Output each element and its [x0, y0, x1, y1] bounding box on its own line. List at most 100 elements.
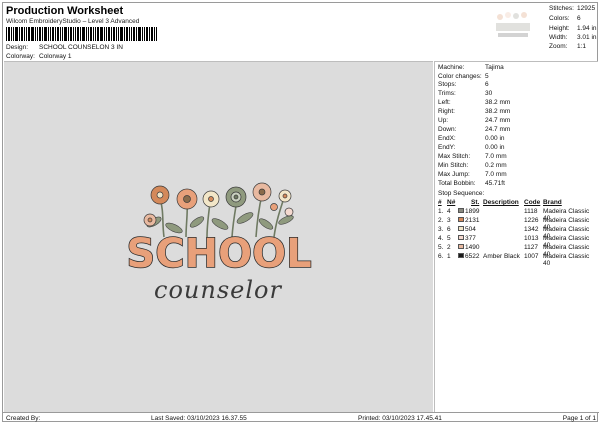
stop-sequence-row[interactable]: 4. 5 377 1013 Madeira Classic 40 [438, 235, 598, 249]
col-num: # [438, 199, 442, 206]
up-row: Up: 24.7 mm [438, 117, 510, 124]
barcode-bar [124, 27, 125, 41]
barcode-bar [133, 27, 135, 41]
barcode-bar [80, 27, 81, 41]
min-stitch-row: Min Stitch: 0.2 mm [438, 162, 507, 169]
barcode-bar [142, 27, 143, 41]
down-label: Down: [438, 126, 457, 133]
design-row: Design: SCHOOL COUNSELON 3 IN [6, 44, 123, 51]
endx-label: EndX: [438, 135, 456, 142]
design-canvas[interactable]: SCHOOL counselor [4, 61, 433, 412]
height-value: 1.94 in [577, 25, 597, 32]
col-n: N# [447, 199, 456, 206]
created-by: Created By: [6, 415, 41, 422]
barcode-bar [15, 27, 18, 41]
stop-st: 6522 [465, 253, 480, 260]
stop-num: 2. [438, 217, 444, 224]
width-label: Width: [549, 34, 568, 41]
barcode-bar [26, 27, 27, 41]
stop-sequence-row[interactable]: 6. 1 6522 Amber Black 1007 Madeira Classic 40 [438, 253, 598, 267]
down-value: 24.7 mm [485, 126, 511, 133]
page-number: Page 1 of 1 [562, 415, 596, 422]
stop-code: 1118 [524, 208, 538, 215]
barcode-bar [50, 27, 51, 41]
endx-row: EndX: 0.00 in [438, 135, 505, 142]
stop-brand: Madeira Classic 40 [543, 253, 590, 267]
barcode-bar [97, 27, 99, 41]
stop-n: 1 [447, 253, 451, 260]
endx-value: 0.00 in [485, 135, 505, 142]
stop-code: 1007 [524, 253, 539, 260]
total-bobbin-value: 45.71ft [485, 180, 505, 187]
barcode [6, 27, 172, 41]
down-row: Down: 24.7 mm [438, 126, 510, 133]
color-changes-label: Color changes: [438, 73, 482, 80]
barcode-bar [35, 27, 36, 41]
worksheet-footer: Created By: Last Saved: 03/10/2023 16.37… [3, 412, 599, 423]
barcode-bar [156, 27, 157, 41]
barcode-bar [154, 27, 155, 41]
machine-label: Machine: [438, 64, 465, 71]
color-changes-value: 5 [485, 73, 489, 80]
stitches-label: Stitches: [549, 5, 574, 12]
barcode-bar [42, 27, 43, 41]
production-worksheet: Production Worksheet Wilcom EmbroiderySt… [2, 2, 599, 423]
barcode-bar [104, 27, 105, 41]
colors-label: Colors: [549, 15, 570, 22]
barcode-bar [37, 27, 38, 41]
stop-st: 377 [465, 235, 476, 242]
stop-sequence-row[interactable]: 5. 2 1490 1127 Madeira Classic 40 [438, 244, 598, 258]
barcode-bar [70, 27, 72, 41]
stop-sequence-row[interactable]: 3. 6 504 1342 Madeira Classic 40 [438, 226, 598, 240]
barcode-bar [39, 27, 41, 41]
barcode-bar [28, 27, 30, 41]
stop-sequence-row[interactable]: 1. 4 1899 1118 Madeira Classic 40 [438, 208, 598, 222]
stops-value: 6 [485, 81, 489, 88]
left-value: 38.2 mm [485, 99, 511, 106]
trims-row: Trims: 30 [438, 90, 492, 97]
barcode-bar [19, 27, 20, 41]
left-label: Left: [438, 99, 451, 106]
stop-description: Amber Black [483, 253, 520, 260]
flower-1 [150, 185, 170, 205]
total-bobbin-row: Total Bobbin: 45.71ft [438, 180, 505, 187]
barcode-bar [136, 27, 137, 41]
max-jump-label: Max Jump: [438, 171, 470, 178]
stop-num: 6. [438, 253, 444, 260]
barcode-bar [64, 27, 67, 41]
stops-row: Stops: 6 [438, 81, 489, 88]
stop-num: 5. [438, 244, 444, 251]
right-value: 38.2 mm [485, 108, 511, 115]
artwork-word-school: SCHOOL [126, 231, 311, 277]
last-saved: Last Saved: 03/10/2023 16.37.55 [151, 415, 247, 422]
flower-5 [225, 186, 247, 208]
barcode-bar [90, 27, 92, 41]
stop-sequence-row[interactable]: 2. 3 2131 1226 Madeira Classic 40 [438, 217, 598, 231]
endy-value: 0.00 in [485, 144, 505, 151]
max-jump-value: 7.0 mm [485, 171, 507, 178]
barcode-bar [126, 27, 128, 41]
thread-color-swatch [458, 253, 464, 258]
colorway-value: Colorway 1 [39, 53, 72, 60]
stop-st: 1490 [465, 244, 480, 251]
machine-value: Tajima [485, 64, 504, 71]
thread-color-swatch [458, 217, 464, 222]
barcode-bar [151, 27, 153, 41]
max-stitch-label: Max Stitch: [438, 153, 471, 160]
stop-n: 4 [447, 208, 451, 215]
barcode-bar [106, 27, 107, 41]
stop-code: 1013 [524, 235, 539, 242]
page-title: Production Worksheet [6, 5, 124, 17]
barcode-bar [146, 27, 148, 41]
design-label: Design: [6, 44, 29, 51]
barcode-bar [11, 27, 12, 41]
max-stitch-row: Max Stitch: 7.0 mm [438, 153, 507, 160]
barcode-bar [116, 27, 117, 41]
flower-4 [202, 190, 220, 208]
width-stat: Width: 3.01 in [549, 34, 597, 41]
barcode-bar [6, 27, 7, 41]
col-brand: Brand [543, 199, 562, 206]
color-changes-row: Color changes: 5 [438, 73, 489, 80]
software-name: Wilcom EmbroideryStudio – Level 3 Advanc… [6, 18, 140, 25]
barcode-bar [44, 27, 47, 41]
